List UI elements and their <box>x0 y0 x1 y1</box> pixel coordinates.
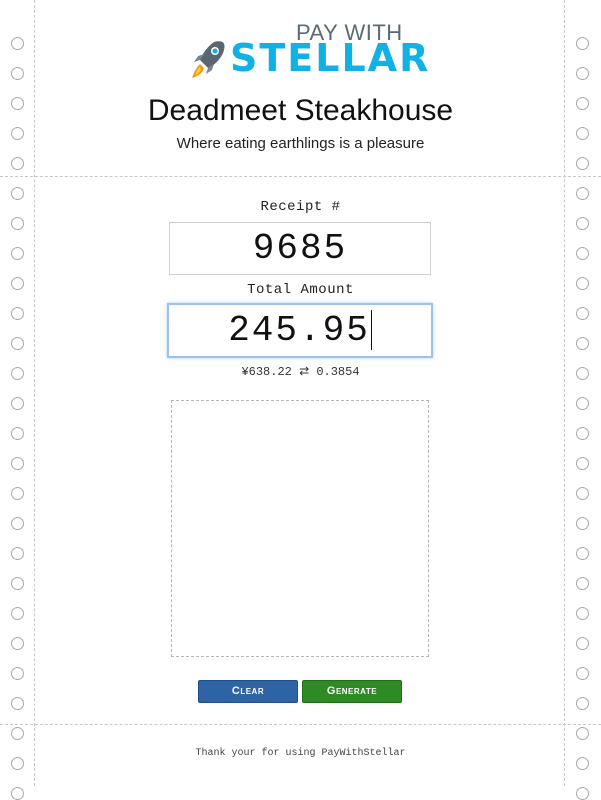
tractor-feed-hole <box>11 547 24 560</box>
tractor-feed-hole <box>576 787 589 800</box>
stellar-wordmark: STELLAR <box>230 36 431 80</box>
tractor-feed-hole <box>11 217 24 230</box>
tractor-feed-hole <box>576 67 589 80</box>
receipt-page: PAY WITH STELLAR Deadmeet Steakhouse Whe… <box>0 0 601 800</box>
currency-conversion: ¥638.22 ⇄ 0.3854 <box>241 365 360 379</box>
receipt-number-input[interactable]: 9685 <box>169 222 431 275</box>
clear-button[interactable]: Clear <box>198 680 298 703</box>
footer-thanks: Thank your for using PayWithStellar <box>195 748 406 759</box>
total-amount-label: Total Amount <box>247 282 354 298</box>
tractor-feed-hole <box>11 667 24 680</box>
tractor-feed-hole <box>576 697 589 710</box>
tractor-feed-hole <box>11 337 24 350</box>
tractor-feed-hole <box>576 637 589 650</box>
tractor-feed-hole <box>576 427 589 440</box>
tractor-feed-hole <box>576 727 589 740</box>
tractor-feed-hole <box>11 37 24 50</box>
tractor-feed-hole <box>576 517 589 530</box>
tractor-feed-hole <box>576 397 589 410</box>
tractor-feed-hole <box>11 397 24 410</box>
generate-button[interactable]: Generate <box>302 680 402 703</box>
total-amount-input[interactable]: 245.95 <box>167 303 433 358</box>
tractor-feed-hole <box>11 67 24 80</box>
tractor-feed-hole <box>11 247 24 260</box>
tractor-feed-hole <box>11 517 24 530</box>
total-amount-value: 245.95 <box>228 310 370 351</box>
tractor-feed-hole <box>11 157 24 170</box>
qr-code-area <box>171 400 429 657</box>
tractor-feed-hole <box>11 487 24 500</box>
tractor-feed-hole <box>11 787 24 800</box>
tractor-feed-hole <box>576 337 589 350</box>
text-caret <box>370 310 372 351</box>
tractor-feed-hole <box>11 457 24 470</box>
perforation-bottom <box>0 724 601 725</box>
tractor-feed-hole <box>576 307 589 320</box>
tractor-feed-hole <box>576 457 589 470</box>
tractor-feed-hole <box>576 547 589 560</box>
tractor-feed-hole <box>11 427 24 440</box>
tractor-feed-hole <box>576 607 589 620</box>
rocket-icon <box>192 41 225 78</box>
tractor-feed-hole <box>576 577 589 590</box>
receipt-number-value: 9685 <box>252 228 348 269</box>
store-tagline: Where eating earthlings is a pleasure <box>176 135 425 152</box>
tractor-feed-hole <box>576 217 589 230</box>
tractor-feed-hole <box>11 727 24 740</box>
tractor-feed-hole <box>11 577 24 590</box>
tractor-feed-hole <box>11 607 24 620</box>
tractor-feed-hole <box>576 247 589 260</box>
tractor-feed-hole <box>576 157 589 170</box>
tractor-feed-hole <box>11 697 24 710</box>
tractor-feed-hole <box>576 667 589 680</box>
store-name: Deadmeet Steakhouse <box>147 94 454 127</box>
perforation-top <box>0 176 601 177</box>
pay-with-stellar-logo: PAY WITH STELLAR <box>186 18 428 82</box>
tractor-feed-hole <box>11 637 24 650</box>
receipt-number-label: Receipt # <box>260 199 341 215</box>
tractor-feed-hole <box>11 307 24 320</box>
tractor-feed-hole <box>576 37 589 50</box>
tractor-feed-hole <box>576 487 589 500</box>
